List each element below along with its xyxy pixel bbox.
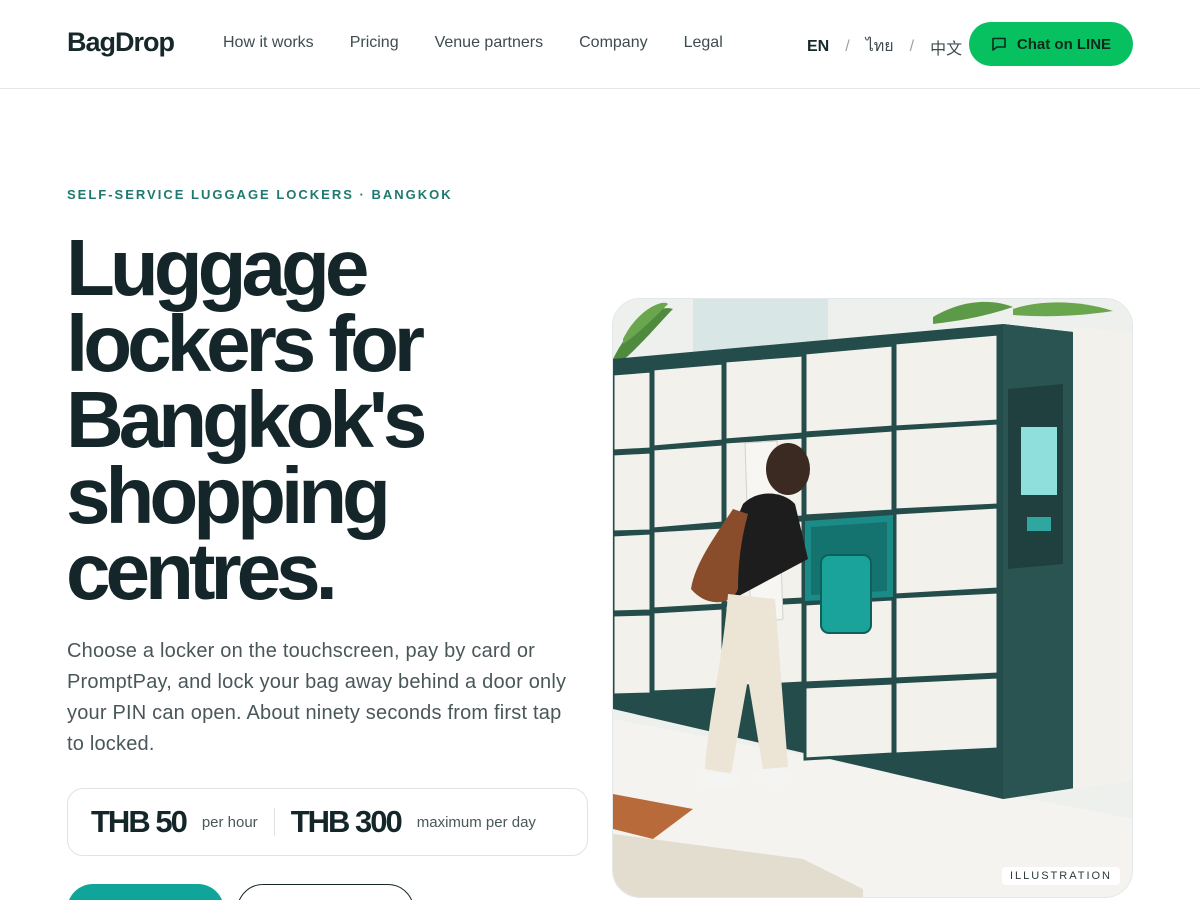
hourly-price: THB 50 — [91, 804, 188, 839]
lang-en[interactable]: EN — [807, 38, 829, 56]
daily-max-price: THB 300 — [290, 804, 403, 839]
hero-illustration: ILLUSTRATION — [612, 298, 1133, 898]
lang-separator: / — [845, 37, 850, 55]
nav-pricing[interactable]: Pricing — [350, 34, 399, 52]
chat-bubble-icon — [991, 36, 1007, 52]
daily-max-price-unit: maximum per day — [416, 813, 536, 831]
pricing-summary: THB 50 per hour THB 300 maximum per day — [67, 788, 588, 856]
language-switcher: EN / ไทย / 中文 — [807, 34, 962, 59]
chat-on-line-button[interactable]: Chat on LINE — [969, 22, 1133, 66]
hero-eyebrow: SELF-SERVICE LUGGAGE LOCKERS · BANGKOK — [67, 187, 453, 202]
lang-separator: / — [909, 37, 915, 55]
hourly-price-unit: per hour — [201, 813, 258, 831]
brand-logo[interactable]: BagDrop — [67, 27, 175, 58]
main-nav: How it works Pricing Venue partners Comp… — [223, 34, 723, 52]
secondary-cta-button[interactable] — [237, 884, 414, 900]
nav-how-it-works[interactable]: How it works — [223, 34, 314, 52]
primary-cta-button[interactable] — [67, 884, 224, 900]
nav-company[interactable]: Company — [579, 34, 647, 52]
locker-illustration-image — [613, 299, 1132, 897]
chat-on-line-label: Chat on LINE — [1016, 35, 1112, 53]
lang-chinese[interactable]: 中文 — [930, 35, 962, 59]
nav-venue-partners[interactable]: Venue partners — [435, 34, 544, 52]
nav-legal[interactable]: Legal — [684, 34, 723, 52]
site-header: BagDrop How it works Pricing Venue partn… — [0, 0, 1200, 89]
price-divider — [273, 808, 275, 836]
hero-description: Choose a locker on the touchscreen, pay … — [67, 640, 567, 755]
lang-thai[interactable]: ไทย — [866, 34, 894, 59]
illustration-badge: ILLUSTRATION — [1001, 867, 1120, 885]
hero-headline: Luggage lockers for Bangkok's shopping c… — [66, 223, 427, 616]
